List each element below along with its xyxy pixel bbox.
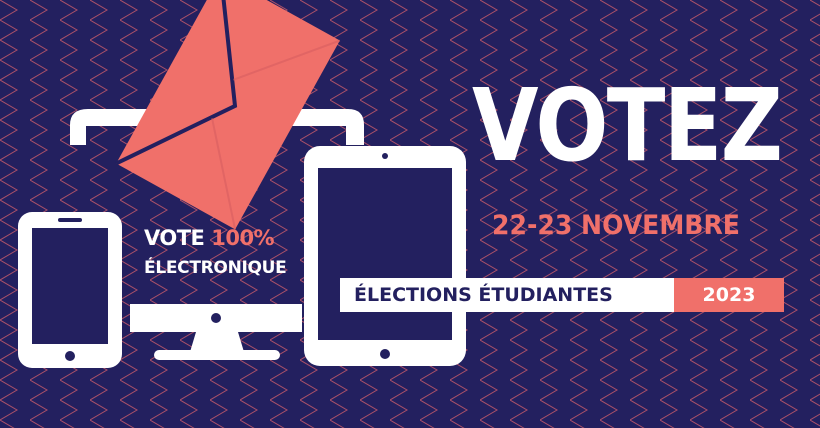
vote-100-percent: VOTE 100% xyxy=(144,226,275,250)
vote-word: VOTE xyxy=(144,226,205,250)
headline-votez: VOTEZ xyxy=(472,67,783,184)
elections-bar: ÉLECTIONS ÉTUDIANTES 2023 xyxy=(340,278,784,312)
election-dates: 22-23 NOVEMBRE xyxy=(492,210,740,241)
electronic-label: ÉLECTRONIQUE xyxy=(144,258,287,278)
vote-percent: 100% xyxy=(211,226,275,250)
tablet-icon xyxy=(304,146,466,366)
election-banner: VOTE 100% ÉLECTRONIQUE VOTEZ 22-23 NOVEM… xyxy=(0,0,820,428)
smartphone-icon xyxy=(18,212,122,368)
year-badge: 2023 xyxy=(674,278,784,312)
elections-label: ÉLECTIONS ÉTUDIANTES xyxy=(340,278,674,312)
